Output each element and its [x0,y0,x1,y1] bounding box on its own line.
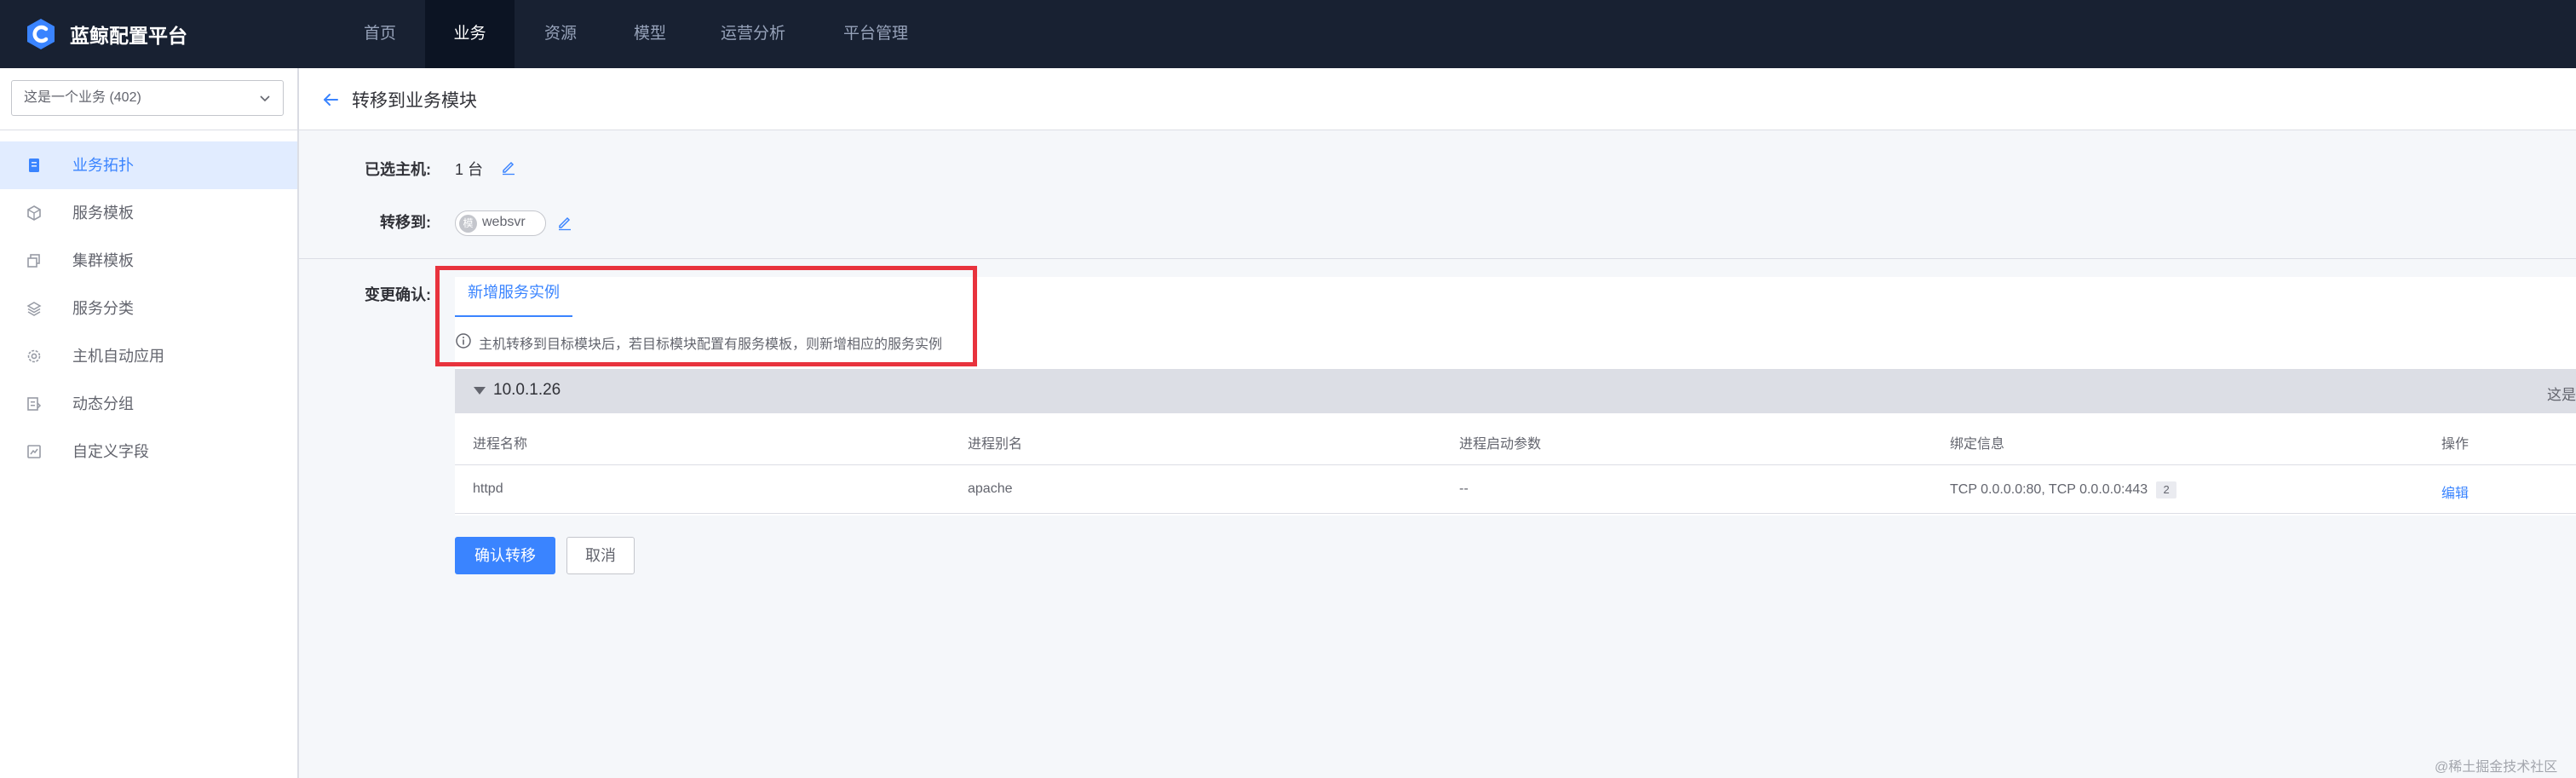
target-module-name: websvr [482,215,526,229]
bind-count-badge: 2 [2156,481,2177,498]
page-header: 转移到业务模块 [299,68,2576,130]
sidebar-item-topology[interactable]: 业务拓扑 [0,141,297,189]
host-ip: 10.0.1.26 [493,381,561,399]
gear-icon [27,349,41,363]
sidebar-item-label: 自定义字段 [72,443,149,460]
app-title: 蓝鲸配置平台 [70,25,187,47]
sidebar-item-cluster-template[interactable]: 集群模板 [0,237,297,285]
nav-item-analysis[interactable]: 运营分析 [716,0,791,68]
sidebar-item-service-template[interactable]: 服务模板 [0,189,297,237]
column-header: 进程别名 [968,437,1023,452]
sidebar-item-label: 主机自动应用 [72,348,164,365]
app-logo-icon [27,19,55,49]
target-module-tag: 模 websvr [455,210,546,236]
top-navigation: 蓝鲸配置平台 首页 业务 资源 模型 运营分析 平台管理 [0,0,2576,68]
nav-item-model[interactable]: 模型 [626,0,674,68]
sidebar-item-service-category[interactable]: 服务分类 [0,285,297,332]
sidebar: 这是一个业务 (402) 业务拓扑 服务模板 集群模板 服务分类 主机自动应用 … [0,68,299,778]
group-icon [27,397,42,411]
business-selector-value: 这是一个业务 (402) [24,90,141,105]
confirm-transfer-button[interactable]: 确认转移 [455,537,555,574]
table-row: httpd apache -- TCP 0.0.0.0:80, TCP 0.0.… [455,465,2576,514]
chevron-down-icon [260,95,270,102]
sidebar-item-label: 服务分类 [72,300,134,317]
process-table-header: 进程名称 进程别名 进程启动参数 绑定信息 操作 [455,415,2576,465]
nav-item-home[interactable]: 首页 [356,0,404,68]
business-selector[interactable]: 这是一个业务 (402) [11,80,284,116]
layers-icon [26,302,42,316]
column-header: 操作 [2441,437,2470,452]
bind-info-text: TCP 0.0.0.0:80, TCP 0.0.0.0:443 [1950,482,2148,497]
process-name-cell: httpd [473,481,503,496]
sidebar-item-label: 集群模板 [72,252,134,269]
back-arrow-icon[interactable] [321,90,340,109]
module-badge: 模 [459,215,477,233]
page-title: 转移到业务模块 [352,91,477,111]
column-header: 绑定信息 [1950,437,2005,452]
sidebar-item-dynamic-group[interactable]: 动态分组 [0,380,297,428]
column-header: 进程名称 [473,437,528,452]
field-icon [27,445,41,458]
brand[interactable]: 蓝鲸配置平台 [24,16,187,52]
nav-item-resource[interactable]: 资源 [537,0,584,68]
sidebar-item-label: 动态分组 [72,395,134,412]
topology-icon [29,158,39,172]
bind-info-cell: TCP 0.0.0.0:80, TCP 0.0.0.0:443 2 [1950,481,2177,498]
host-group-extra: 这是 [2547,387,2576,403]
process-alias-cell: apache [968,481,1013,496]
selected-hosts-value: 1 台 [455,161,484,178]
nav-item-platform[interactable]: 平台管理 [838,0,913,68]
sidebar-item-host-auto-apply[interactable]: 主机自动应用 [0,332,297,380]
host-group-header[interactable]: 10.0.1.26 这是 [455,369,2576,413]
cancel-button[interactable]: 取消 [566,537,635,574]
edit-icon[interactable] [556,214,573,231]
selected-hosts-label: 已选主机: [365,161,431,178]
sidebar-item-label: 服务模板 [72,205,134,222]
edit-icon[interactable] [500,158,517,176]
change-confirm-label: 变更确认: [365,286,431,303]
section-divider [299,258,2576,259]
caret-down-icon [474,387,486,395]
sidebar-item-label: 业务拓扑 [72,157,134,174]
column-header: 进程启动参数 [1459,437,1542,452]
stack-icon [27,254,40,268]
transfer-to-label: 转移到: [380,214,431,231]
highlight-annotation-box [435,266,977,366]
cube-icon [27,205,41,221]
watermark: @稀土掘金技术社区 [2435,760,2558,775]
process-params-cell: -- [1459,481,1469,496]
edit-process-link[interactable]: 编辑 [2441,481,2469,502]
sidebar-item-custom-field[interactable]: 自定义字段 [0,428,297,475]
nav-item-business[interactable]: 业务 [425,0,515,68]
